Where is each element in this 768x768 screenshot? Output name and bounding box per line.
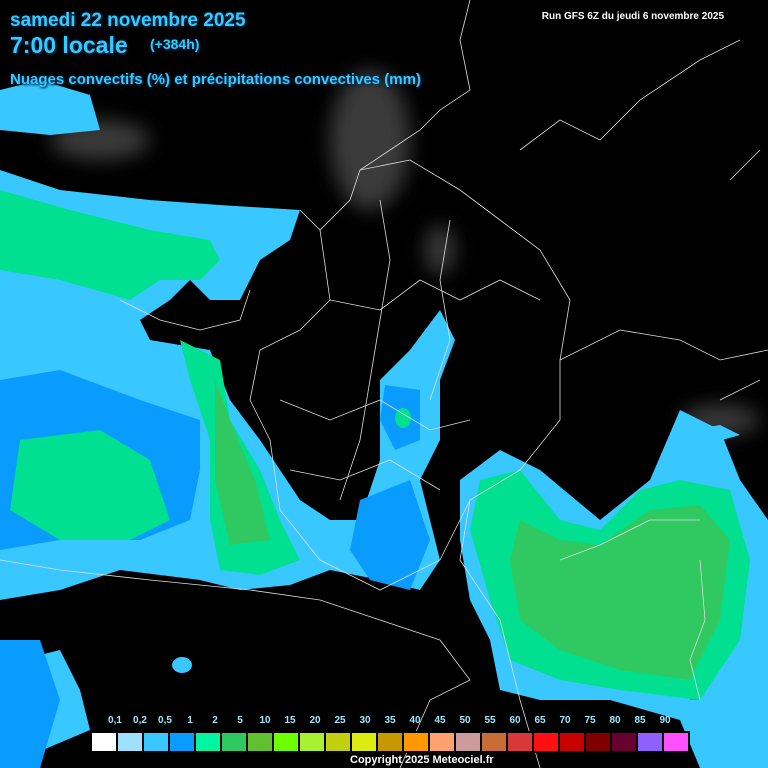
- legend-label: 0,1: [108, 715, 122, 726]
- weather-map: samedi 22 novembre 2025 7:00 locale (+38…: [0, 0, 768, 768]
- legend-label: 1: [187, 715, 193, 726]
- legend-swatch: [429, 732, 455, 752]
- legend-label: 65: [534, 715, 546, 726]
- legend-label: 90: [659, 715, 671, 726]
- legend-label: 45: [434, 715, 446, 726]
- legend-swatch: [663, 732, 689, 752]
- legend-swatch: [507, 732, 533, 752]
- legend-swatch: [247, 732, 273, 752]
- legend-label: 2: [212, 715, 218, 726]
- legend-swatch: [195, 732, 221, 752]
- legend-swatch: [299, 732, 325, 752]
- legend-swatch: [637, 732, 663, 752]
- legend-swatch: [533, 732, 559, 752]
- legend-swatch: [403, 732, 429, 752]
- legend-label: 70: [559, 715, 571, 726]
- legend-label: 40: [409, 715, 421, 726]
- legend-swatch: [559, 732, 585, 752]
- legend-swatch: [611, 732, 637, 752]
- legend-swatch: [273, 732, 299, 752]
- legend-label: 20: [309, 715, 321, 726]
- legend-label: 30: [359, 715, 371, 726]
- legend-swatch: [91, 732, 117, 752]
- legend-swatch: [221, 732, 247, 752]
- copyright: Copyright 2025 Meteociel.fr: [350, 754, 494, 766]
- legend-label: 85: [634, 715, 646, 726]
- legend-label: 75: [584, 715, 596, 726]
- legend-swatch: [455, 732, 481, 752]
- legend-label: 15: [284, 715, 296, 726]
- legend-swatch: [377, 732, 403, 752]
- forecast-lead-time: (+384h): [150, 36, 200, 52]
- legend-label: 60: [509, 715, 521, 726]
- legend-swatch: [117, 732, 143, 752]
- forecast-time: 7:00 locale: [10, 32, 128, 58]
- legend-label: 80: [609, 715, 621, 726]
- map-canvas: [0, 0, 768, 768]
- legend-swatch: [325, 732, 351, 752]
- color-legend: [90, 731, 690, 753]
- model-run-info: Run GFS 6Z du jeudi 6 novembre 2025: [541, 11, 724, 22]
- legend-label: 55: [484, 715, 496, 726]
- legend-label: 35: [384, 715, 396, 726]
- legend-label: 10: [259, 715, 271, 726]
- legend-label: 50: [459, 715, 471, 726]
- legend-label: 0,2: [133, 715, 147, 726]
- legend-label: 0,5: [158, 715, 172, 726]
- legend-swatch: [585, 732, 611, 752]
- legend-swatch: [481, 732, 507, 752]
- legend-swatch: [351, 732, 377, 752]
- forecast-date: samedi 22 novembre 2025: [10, 10, 246, 31]
- parameter-title: Nuages convectifs (%) et précipitations …: [10, 71, 421, 88]
- legend-label: 25: [334, 715, 346, 726]
- legend-swatch: [143, 732, 169, 752]
- legend-swatch: [169, 732, 195, 752]
- legend-label: 5: [237, 715, 243, 726]
